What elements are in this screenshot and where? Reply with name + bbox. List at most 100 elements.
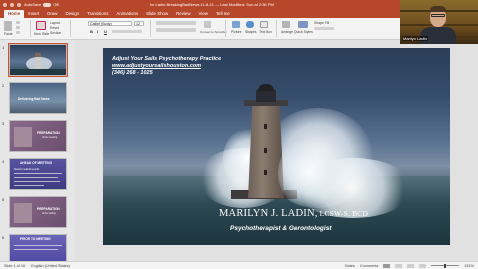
- arrange-icon[interactable]: [282, 21, 290, 28]
- practice-name: Adjust Your Sails Psychotherapy Practice: [112, 56, 222, 62]
- font-size-select[interactable]: 12: [134, 21, 144, 26]
- picture-icon[interactable]: [232, 21, 240, 28]
- underline-button[interactable]: U: [104, 29, 107, 34]
- thumbnail-row[interactable]: 2 Delivering Bad News: [0, 82, 75, 116]
- tab-tell-me[interactable]: Tell me: [212, 10, 234, 18]
- person-hair: [430, 6, 446, 12]
- shapes-label: Shapes: [245, 30, 257, 34]
- shape-fill-button[interactable]: Shape Fill: [314, 21, 329, 25]
- tab-transitions[interactable]: Transitions: [83, 10, 112, 18]
- thumbnail-title: AHEAD OF MEETING: [20, 161, 53, 165]
- arrange-label: Arrange: [281, 30, 294, 34]
- lighthouse-roof: [258, 84, 274, 91]
- tab-animations[interactable]: Animations: [112, 10, 142, 18]
- bold-button[interactable]: B: [90, 29, 93, 34]
- thumbnail-row[interactable]: 1: [0, 43, 75, 78]
- thumbnail-number: 1: [2, 45, 5, 50]
- format-painter-icon[interactable]: [16, 31, 20, 34]
- shapes-icon[interactable]: [246, 21, 254, 28]
- tab-home[interactable]: Home: [4, 10, 25, 18]
- tab-design[interactable]: Design: [61, 10, 83, 18]
- current-slide[interactable]: Adjust Your Sails Psychotherapy Practice…: [103, 48, 450, 245]
- practice-header[interactable]: Adjust Your Sails Psychotherapy Practice…: [112, 56, 221, 77]
- slide-thumbnails-panel: 1 2 Delivering Bad News 3 PREPARATION of…: [0, 40, 75, 261]
- copy-icon[interactable]: [16, 26, 20, 29]
- zoom-slider-knob[interactable]: [444, 263, 447, 268]
- reset-button[interactable]: Reset: [50, 26, 59, 30]
- tab-view[interactable]: View: [195, 10, 212, 18]
- maximize-window-icon[interactable]: [17, 2, 21, 7]
- text-box-icon[interactable]: [260, 21, 268, 28]
- paragraph-list-icons[interactable]: [156, 21, 196, 25]
- slide-thumbnail[interactable]: PREPARATION of the meeting: [9, 120, 67, 152]
- close-window-icon[interactable]: [3, 2, 7, 7]
- thumbnail-title: PREPARATION: [37, 207, 60, 211]
- convert-smartart-label: Convert to SmartArt: [200, 30, 227, 34]
- ribbon-divider: [225, 20, 226, 37]
- minimize-window-icon[interactable]: [10, 2, 14, 7]
- new-slide-icon[interactable]: [36, 21, 46, 30]
- normal-view-button[interactable]: [383, 263, 391, 268]
- thumbnail-title: Delivering Bad News: [18, 97, 50, 101]
- slide-thumbnail[interactable]: [8, 43, 68, 77]
- zoom-slider[interactable]: [431, 263, 460, 268]
- picture-label: Picture: [231, 30, 242, 34]
- tab-slide-show[interactable]: Slide Show: [142, 10, 172, 18]
- slide-thumbnail[interactable]: PREPARATION of the setting: [9, 196, 67, 228]
- layout-button[interactable]: Layout: [50, 21, 60, 25]
- slide-thumbnail[interactable]: Delivering Bad News: [9, 82, 67, 114]
- tab-review[interactable]: Review: [172, 10, 194, 18]
- notes-button[interactable]: Notes: [345, 264, 355, 268]
- autosave-state: Off: [53, 2, 59, 7]
- cut-icon[interactable]: [16, 21, 20, 24]
- quick-styles-icon[interactable]: [298, 21, 308, 28]
- reading-view-button[interactable]: [407, 263, 415, 268]
- thumbnail-row[interactable]: 5 PREPARATION of the setting: [0, 196, 75, 230]
- font-name-select[interactable]: Calibri (Body): [88, 21, 132, 26]
- language-indicator[interactable]: English (United States): [31, 264, 70, 268]
- presenter-name[interactable]: MARILYN J. LADIN, LCSW-S, BCD: [219, 208, 368, 219]
- slide-editor-area: Adjust Your Sails Psychotherapy Practice…: [75, 40, 478, 261]
- thumbnail-number: 2: [2, 83, 5, 88]
- autosave-toggle[interactable]: AutoSave Off: [24, 2, 59, 7]
- status-bar: Slide 1 of 16 English (United States) No…: [0, 261, 478, 269]
- practice-phone: (346) 268 - 1025: [112, 70, 153, 76]
- presenter-role[interactable]: Psychotherapist & Gerontologist: [230, 225, 332, 232]
- slide-sorter-button[interactable]: [395, 263, 403, 268]
- thumbnail-subtitle: of the setting: [42, 212, 56, 215]
- thumbnail-row[interactable]: 4 AHEAD OF MEETING Review medical record…: [0, 158, 75, 192]
- participant-name: Marilyn Ladin: [402, 36, 428, 41]
- paste-label: Paste: [4, 32, 13, 36]
- tab-insert[interactable]: Insert: [24, 10, 43, 18]
- lighthouse-lantern: [256, 90, 276, 102]
- convert-smartart-icon[interactable]: [204, 21, 211, 28]
- italic-button[interactable]: I: [97, 29, 98, 34]
- thumbnail-title: PREPARATION: [37, 131, 60, 135]
- slide-thumbnail[interactable]: PRIOR TO MEETING: [9, 234, 67, 261]
- ribbon-divider: [276, 20, 277, 37]
- thumbnail-row[interactable]: 6 PRIOR TO MEETING: [0, 234, 75, 261]
- practice-website[interactable]: www.adjustyoursailshouston.com: [112, 63, 221, 70]
- section-button[interactable]: Section: [50, 31, 61, 35]
- slideshow-view-button[interactable]: [419, 263, 427, 268]
- quick-styles-label: Quick Styles: [294, 30, 313, 34]
- wave-spray: [278, 138, 338, 208]
- ribbon-divider: [70, 20, 71, 37]
- font-effects-icons[interactable]: [112, 30, 142, 33]
- lighthouse-window: [264, 148, 267, 153]
- thumbnail-number: 5: [2, 197, 5, 202]
- slide-thumbnail[interactable]: AHEAD OF MEETING Review medical records: [9, 158, 67, 190]
- tab-draw[interactable]: Draw: [43, 10, 61, 18]
- thumbnail-number: 6: [2, 235, 5, 240]
- presenter-credentials: LCSW-S, BCD: [317, 209, 369, 218]
- zoom-level[interactable]: 151%: [464, 264, 474, 268]
- slide-counter: Slide 1 of 16: [4, 264, 26, 268]
- paste-icon[interactable]: [4, 21, 12, 31]
- text-box-label: Text Box: [259, 30, 273, 34]
- thumbnail-subtitle: of the meeting: [42, 136, 58, 139]
- autosave-switch[interactable]: [43, 2, 52, 7]
- paragraph-align-icons[interactable]: [156, 28, 196, 32]
- comments-button[interactable]: Comments: [360, 264, 378, 268]
- thumbnail-row[interactable]: 3 PREPARATION of the meeting: [0, 120, 75, 154]
- shape-outline-icons[interactable]: [314, 27, 334, 30]
